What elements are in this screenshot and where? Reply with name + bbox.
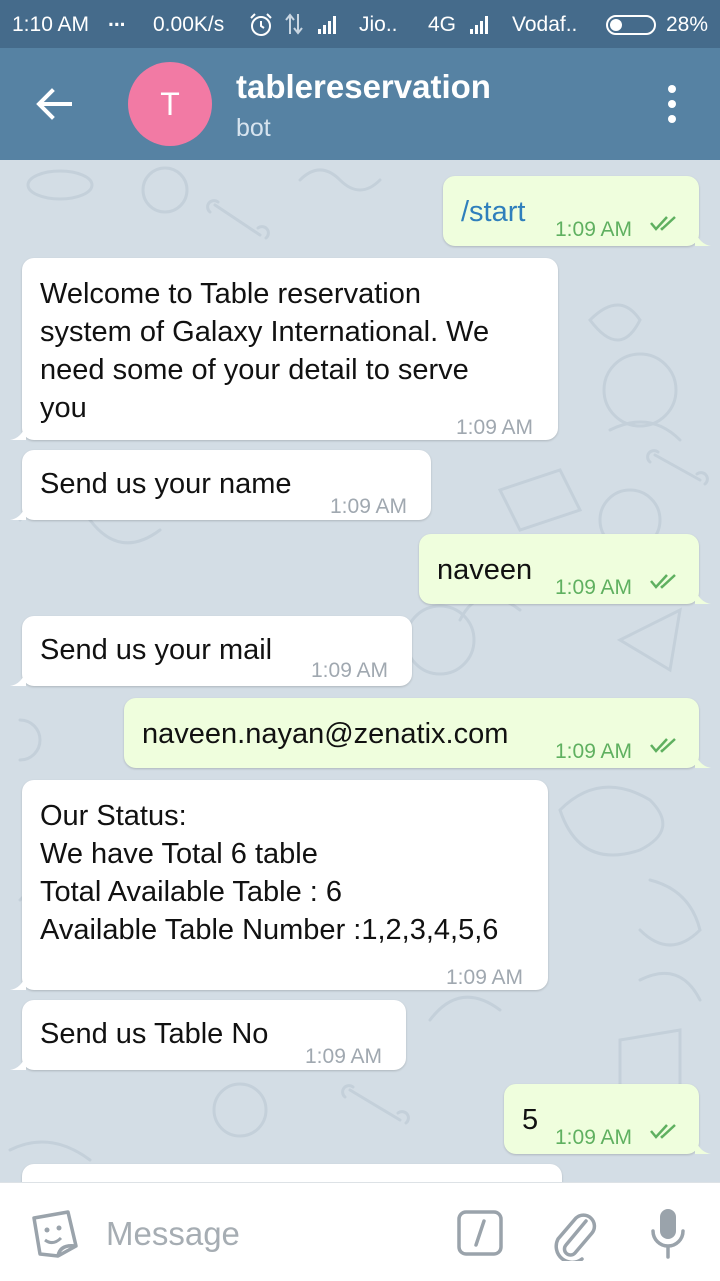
read-check-icon [650, 738, 676, 753]
message-bubble-outgoing[interactable]: naveen.nayan@zenatix.com 1:09 AM [124, 698, 711, 768]
message-text[interactable]: Our Status: We have Total 6 table Total … [40, 797, 498, 949]
read-check-icon [650, 216, 676, 231]
message-bubble-outgoing[interactable]: /start 1:09 AM [443, 176, 711, 246]
bubble-tail [695, 230, 711, 246]
chat-title[interactable]: tablereservation [236, 68, 491, 106]
bubble-tail [10, 1054, 26, 1070]
message-time: 1:09 AM [446, 966, 524, 989]
bubble-tail [695, 588, 711, 604]
bubble-tail [695, 1138, 711, 1154]
message-time: 1:09 AM [555, 1126, 633, 1149]
paperclip-icon[interactable] [552, 1205, 598, 1261]
message-text[interactable]: Send us Table No [40, 1015, 268, 1053]
message-text[interactable]: naveen.nayan@zenatix.com [142, 715, 508, 753]
message-bubble-outgoing[interactable]: naveen 1:09 AM [419, 534, 711, 604]
message-bubble-incoming-partial[interactable] [22, 1164, 562, 1182]
battery-percent: 28% [666, 13, 709, 36]
message-bubble-incoming[interactable]: Send us Table No 1:09 AM [10, 1000, 406, 1070]
more-vertical-icon[interactable] [664, 84, 680, 124]
alarm-icon [250, 13, 272, 36]
message-time: 1:09 AM [555, 740, 633, 763]
message-time: 1:09 AM [330, 495, 408, 518]
message-bubble-outgoing[interactable]: 5 1:09 AM [504, 1084, 711, 1154]
message-time: 1:09 AM [555, 218, 633, 241]
data-transfer-icon [285, 13, 303, 35]
message-bubble-incoming[interactable]: Welcome to Table reservation system of G… [10, 258, 558, 440]
chat-header: T tablereservation bot [0, 48, 720, 160]
status-notification-dots: ... [108, 8, 126, 31]
carrier-name-2: Vodaf.. [512, 13, 578, 36]
bubble-tail [10, 670, 26, 686]
status-time: 1:10 AM [12, 13, 90, 36]
message-time: 1:09 AM [311, 659, 389, 682]
avatar[interactable]: T [128, 62, 212, 146]
message-bubble-incoming[interactable]: Send us your mail 1:09 AM [10, 616, 412, 686]
message-bubble-incoming[interactable]: Our Status: We have Total 6 table Total … [10, 780, 548, 990]
message-text[interactable]: 5 [522, 1101, 538, 1139]
message-time: 1:09 AM [456, 416, 534, 439]
network-type: 4G [428, 13, 457, 36]
sticker-icon[interactable] [28, 1208, 80, 1260]
message-input[interactable] [104, 1211, 438, 1257]
message-list[interactable]: /start 1:09 AM Welcome to Table reservat… [0, 160, 720, 1182]
message-time: 1:09 AM [305, 1045, 383, 1068]
bubble-tail [10, 504, 26, 520]
bubble-tail [695, 752, 711, 768]
message-text[interactable]: Send us your name [40, 465, 291, 503]
message-text[interactable]: Send us your mail [40, 631, 272, 669]
bubble-tail [10, 424, 26, 440]
message-text[interactable]: /start [461, 193, 525, 231]
battery-icon [606, 15, 656, 35]
message-time: 1:09 AM [555, 576, 633, 599]
status-bar: 1:10 AM ... 0.00K/s Jio.. 4G Vodaf.. 28% [0, 0, 720, 48]
arrow-left-icon[interactable] [30, 82, 78, 126]
signal-icon-sim1 [318, 16, 336, 34]
microphone-icon[interactable] [650, 1205, 686, 1261]
bot-command-icon[interactable] [456, 1209, 504, 1257]
bubble-tail [10, 974, 26, 990]
message-text[interactable]: naveen [437, 551, 532, 589]
message-bubble-incoming[interactable]: Send us your name 1:09 AM [10, 450, 431, 520]
chat-subtitle: bot [236, 114, 271, 142]
network-speed: 0.00K/s [153, 13, 225, 36]
read-check-icon [650, 1124, 676, 1139]
signal-icon-sim2 [470, 16, 488, 34]
message-composer [0, 1182, 720, 1281]
carrier-name-1: Jio.. [359, 13, 398, 36]
message-text[interactable]: Welcome to Table reservation system of G… [40, 275, 489, 427]
read-check-icon [650, 574, 676, 589]
